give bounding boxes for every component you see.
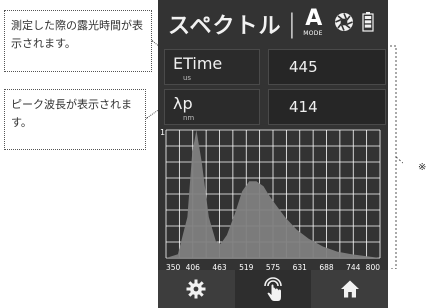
peak-wavelength-value: 414 xyxy=(268,89,386,125)
aperture-icon[interactable] xyxy=(334,12,354,36)
peak-wavelength-label-box: λp nm xyxy=(164,89,260,125)
gear-icon xyxy=(186,279,206,299)
measure-button[interactable] xyxy=(235,270,311,308)
home-icon xyxy=(341,280,359,298)
peak-wavelength-callout: ピーク波長が表示されます。 xyxy=(4,89,146,150)
exposure-time-callout: 測定した際の露光時間が表示されます。 xyxy=(4,10,152,72)
device-screen: スペクトル | A MODE ETime us 445 λp nm 414 35… xyxy=(158,0,388,308)
mode-letter: A xyxy=(305,6,323,31)
exposure-time-callout-text: 測定した際の露光時間が表示されます。 xyxy=(11,19,143,50)
bottom-nav xyxy=(158,270,388,308)
exposure-time-value: 445 xyxy=(268,49,386,85)
annotation-mark: ※ xyxy=(418,162,427,173)
peak-wavelength-label: λp xyxy=(173,94,193,113)
chart-bracket xyxy=(390,45,403,269)
screen-title: スペクトル xyxy=(168,14,282,39)
peak-wavelength-callout-text: ピーク波長が表示されます。 xyxy=(11,98,132,129)
title-separator: | xyxy=(287,9,297,39)
title-bar: スペクトル | A MODE xyxy=(158,0,388,48)
peak-wavelength-unit: nm xyxy=(183,114,195,122)
y-max-label: 1 xyxy=(160,128,165,137)
mode-label: MODE xyxy=(303,30,323,37)
home-button[interactable] xyxy=(312,270,388,308)
touch-hand-icon xyxy=(264,277,282,301)
exposure-time-label-box: ETime us xyxy=(164,49,260,85)
mode-indicator[interactable]: A MODE xyxy=(302,6,326,39)
exposure-time-unit: us xyxy=(183,74,192,82)
battery-icon xyxy=(362,12,374,36)
exposure-time-label: ETime xyxy=(173,54,223,73)
settings-button[interactable] xyxy=(158,270,234,308)
spectrum-chart: 350 406 463 519 575 631 688 744 800 1 xyxy=(160,128,381,272)
exposure-time-row: ETime us 445 xyxy=(164,48,386,86)
peak-wavelength-row: λp nm 414 xyxy=(164,88,386,126)
